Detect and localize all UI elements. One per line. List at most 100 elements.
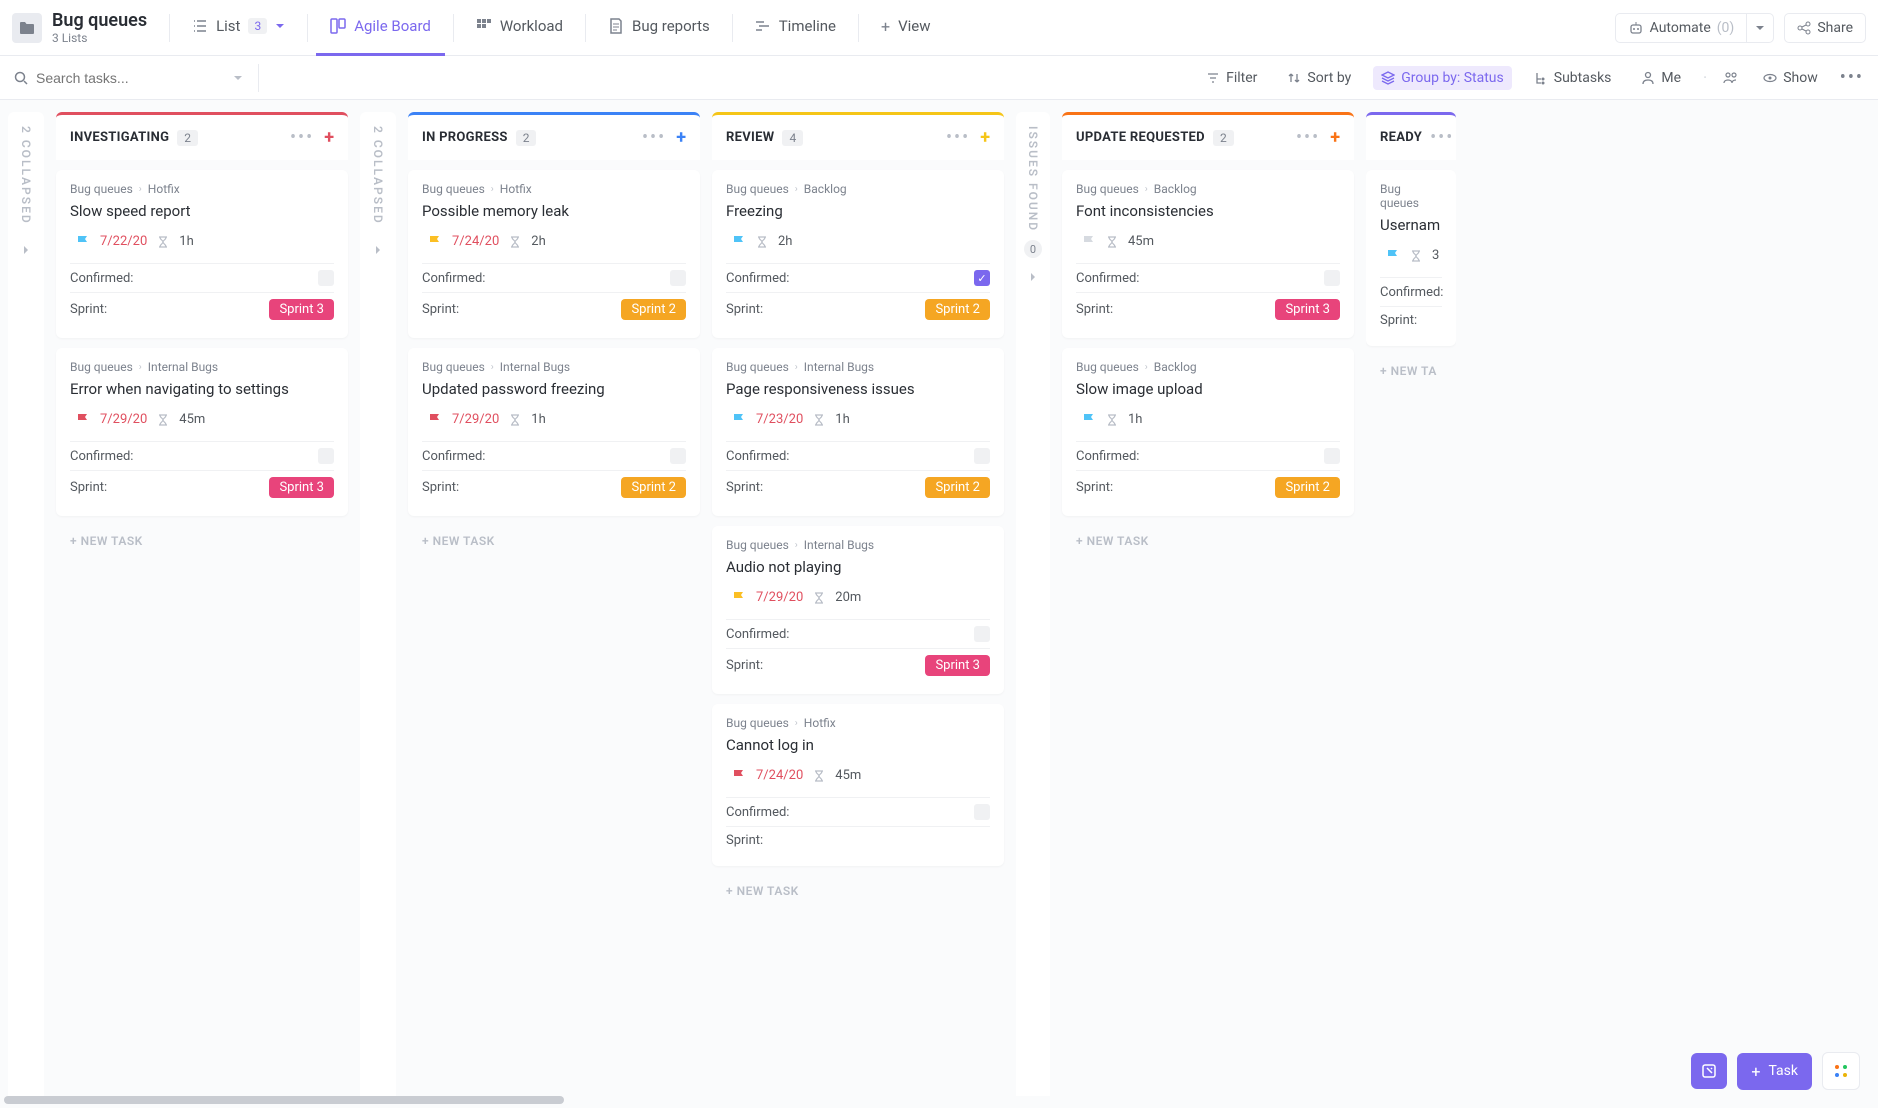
confirmed-checkbox[interactable] — [1324, 448, 1340, 464]
flag-icon — [76, 413, 90, 427]
task-title: Audio not playing — [726, 558, 990, 576]
search-input[interactable] — [36, 70, 224, 86]
confirmed-checkbox[interactable] — [318, 448, 334, 464]
collapsed-group[interactable]: 2 COLLAPSED — [360, 112, 396, 1096]
collapsed-label: 2 COLLAPSED — [371, 126, 385, 225]
confirmed-label: Confirmed: — [70, 271, 133, 286]
task-title: Slow speed report — [70, 202, 334, 220]
due-date: 7/29/20 — [756, 590, 803, 605]
column-title: READY — [1380, 130, 1422, 145]
column-more-menu[interactable]: ••• — [290, 127, 314, 148]
list-icon — [192, 18, 208, 34]
new-task-button[interactable]: + NEW TASK — [408, 526, 700, 556]
task-card[interactable]: Bug queuesUsernam3Confirmed:Sprint: — [1366, 170, 1456, 346]
breadcrumb: Bug queues›Hotfix — [70, 182, 334, 196]
sortby-button[interactable]: Sort by — [1279, 66, 1359, 90]
expand-icon[interactable] — [373, 245, 383, 255]
breadcrumb: Bug queues›Backlog — [1076, 182, 1340, 196]
column-more-menu[interactable]: ••• — [642, 127, 666, 148]
groupby-label: Group by: Status — [1401, 70, 1503, 86]
filter-button[interactable]: Filter — [1198, 66, 1265, 90]
confirmed-checkbox[interactable] — [670, 448, 686, 464]
hourglass-icon — [509, 236, 521, 248]
task-card[interactable]: Bug queues›Internal BugsError when navig… — [56, 348, 348, 516]
column-add-button[interactable]: + — [676, 127, 686, 148]
workload-icon — [476, 18, 492, 34]
collapsed-group[interactable]: 2 COLLAPSED — [8, 112, 44, 1096]
share-button[interactable]: Share — [1784, 13, 1866, 43]
column-updatereq: UPDATE REQUESTED 2 ••• + Bug queues›Back… — [1062, 112, 1354, 1096]
task-card[interactable]: Bug queues›Internal BugsPage responsiven… — [712, 348, 1004, 516]
people-icon — [1723, 71, 1739, 85]
horizontal-scrollbar[interactable] — [4, 1096, 564, 1104]
note-icon — [1701, 1063, 1717, 1079]
automate-button[interactable]: Automate (0) — [1615, 13, 1747, 43]
folder-icon[interactable] — [12, 13, 42, 43]
column-more-menu[interactable]: ••• — [946, 127, 970, 148]
show-button[interactable]: Show — [1755, 66, 1826, 90]
new-task-fab[interactable]: + Task — [1737, 1053, 1812, 1090]
due-date: 7/29/20 — [452, 412, 499, 427]
tab-agile-board[interactable]: Agile Board — [316, 0, 445, 56]
hourglass-icon — [813, 592, 825, 604]
confirmed-checkbox[interactable] — [670, 270, 686, 286]
more-menu[interactable]: ••• — [1840, 67, 1864, 88]
tab-list-count: 3 — [248, 18, 267, 34]
task-card[interactable]: Bug queues›HotfixSlow speed report7/22/2… — [56, 170, 348, 338]
confirmed-label: Confirmed: — [422, 271, 485, 286]
page-title: Bug queues — [52, 10, 147, 31]
confirmed-checkbox[interactable] — [1324, 270, 1340, 286]
subtasks-icon — [1534, 71, 1548, 85]
issues-found-collapsed[interactable]: ISSUES FOUND 0 — [1016, 112, 1050, 1096]
sprint-label: Sprint: — [726, 658, 763, 673]
apps-button[interactable] — [1822, 1052, 1860, 1090]
collapsed-label: 2 COLLAPSED — [19, 126, 33, 225]
column-add-button[interactable]: + — [1330, 127, 1340, 148]
timeline-icon — [755, 18, 771, 34]
column-more-menu[interactable]: ••• — [1430, 127, 1454, 148]
quick-create-button[interactable] — [1691, 1053, 1727, 1089]
task-card[interactable]: Bug queues›HotfixCannot log in7/24/2045m… — [712, 704, 1004, 866]
search-input-wrapper[interactable] — [14, 70, 244, 86]
subtasks-button[interactable]: Subtasks — [1526, 66, 1620, 90]
task-card[interactable]: Bug queues›Internal BugsAudio not playin… — [712, 526, 1004, 694]
task-card[interactable]: Bug queues›BacklogFreezing2hConfirmed:✓S… — [712, 170, 1004, 338]
chevron-down-icon[interactable] — [232, 72, 244, 84]
breadcrumb: Bug queues›Internal Bugs — [422, 360, 686, 374]
confirmed-checkbox[interactable] — [318, 270, 334, 286]
task-card[interactable]: Bug queues›HotfixPossible memory leak7/2… — [408, 170, 700, 338]
tab-workload[interactable]: Workload — [462, 0, 577, 56]
task-card[interactable]: Bug queues›Internal BugsUpdated password… — [408, 348, 700, 516]
column-add-button[interactable]: + — [324, 127, 334, 148]
tab-timeline[interactable]: Timeline — [741, 0, 850, 56]
task-card[interactable]: Bug queues›BacklogFont inconsistencies45… — [1062, 170, 1354, 338]
expand-icon[interactable] — [1028, 272, 1038, 282]
expand-icon[interactable] — [21, 245, 31, 255]
tab-bug-reports[interactable]: Bug reports — [594, 0, 724, 56]
add-view-button[interactable]: + View — [867, 0, 945, 56]
sprint-tag: Sprint 3 — [269, 477, 334, 498]
task-card[interactable]: Bug queues›BacklogSlow image upload1hCon… — [1062, 348, 1354, 516]
task-title: Freezing — [726, 202, 990, 220]
assignees-button[interactable] — [1721, 67, 1741, 89]
confirmed-checkbox[interactable] — [974, 804, 990, 820]
tab-list[interactable]: List 3 — [178, 0, 299, 56]
new-task-button[interactable]: + NEW TA — [1366, 356, 1456, 386]
column-more-menu[interactable]: ••• — [1296, 127, 1320, 148]
confirmed-checkbox[interactable] — [974, 626, 990, 642]
groupby-button[interactable]: Group by: Status — [1373, 66, 1511, 90]
me-button[interactable]: Me — [1633, 66, 1689, 90]
plus-icon: + — [1751, 1062, 1760, 1081]
confirmed-checkbox[interactable]: ✓ — [974, 270, 990, 286]
confirmed-checkbox[interactable] — [974, 448, 990, 464]
hourglass-icon — [813, 414, 825, 426]
add-view-label: View — [898, 17, 930, 35]
column-add-button[interactable]: + — [980, 127, 990, 148]
column-title: REVIEW — [726, 130, 774, 145]
new-task-button[interactable]: + NEW TASK — [712, 876, 1004, 906]
kanban-board[interactable]: 2 COLLAPSED INVESTIGATING 2 ••• + Bug qu… — [0, 100, 1878, 1108]
new-task-button[interactable]: + NEW TASK — [1062, 526, 1354, 556]
new-task-button[interactable]: + NEW TASK — [56, 526, 348, 556]
column-body: Bug queues›HotfixSlow speed report7/22/2… — [56, 160, 348, 526]
automate-dropdown[interactable] — [1746, 13, 1774, 43]
